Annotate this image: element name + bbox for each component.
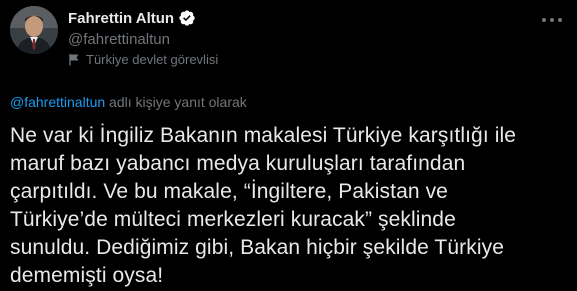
tweet-line: sunuldu. Dediğimiz gibi, Bakan hiçbir şe…	[10, 236, 504, 259]
author-display-name[interactable]: Fahrettin Altun	[68, 10, 174, 27]
replying-to: @fahrettinaltun adlı kişiye yanıt olarak	[10, 94, 247, 110]
verified-badge-icon	[178, 9, 196, 27]
tweet-line: Ne var ki İngiliz Bakanın makalesi Türki…	[10, 124, 516, 147]
more-dots-icon	[542, 18, 562, 22]
reply-mention-link[interactable]: @fahrettinaltun	[10, 94, 105, 110]
avatar[interactable]	[10, 6, 58, 54]
tweet-line: dememişti oysa!	[10, 264, 164, 287]
tweet-line: Türkiye’de mülteci merkezleri kuracak” ş…	[10, 208, 456, 231]
tweet-text: Ne var ki İngiliz Bakanın makalesi Türki…	[10, 122, 570, 290]
profile-photo-icon	[10, 6, 58, 54]
author-handle[interactable]: @fahrettinaltun	[68, 31, 170, 48]
account-label: Türkiye devlet görevlisi	[68, 52, 218, 67]
more-options-button[interactable]	[537, 8, 567, 32]
tweet-line: çarpıtıldı. Ve bu makale, “İngiltere, Pa…	[10, 180, 448, 203]
author-name-row: Fahrettin Altun	[68, 9, 196, 27]
government-flag-icon	[68, 53, 80, 66]
reply-suffix: adlı kişiye yanıt olarak	[105, 94, 247, 110]
tweet-line: maruf bazı yabancı medya kuruluşları tar…	[10, 152, 466, 175]
account-label-text: Türkiye devlet görevlisi	[86, 52, 219, 67]
